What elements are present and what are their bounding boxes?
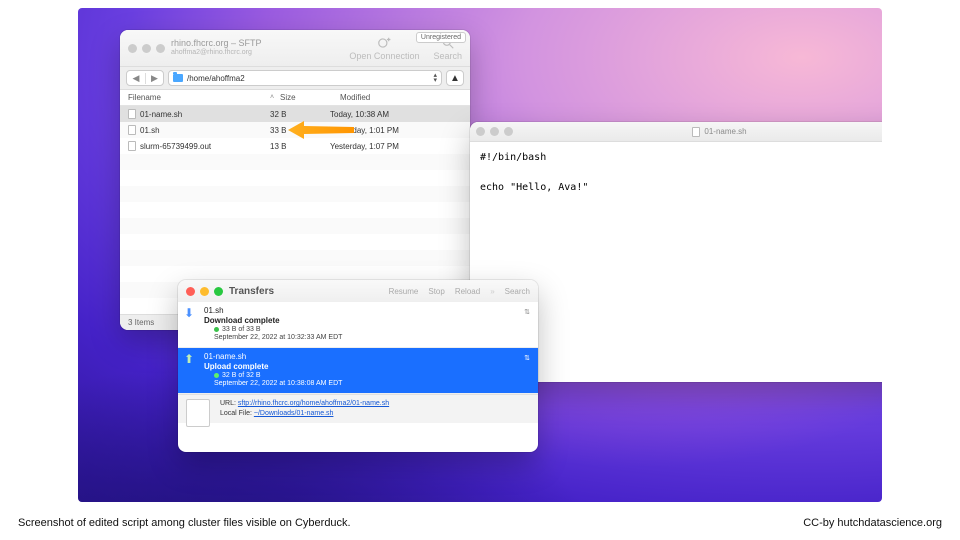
url-label: URL: <box>220 400 236 407</box>
status-dot-icon <box>214 373 219 378</box>
desktop-wallpaper: rhino.fhcrc.org – SFTP ahoffma2@rhino.fh… <box>78 8 882 502</box>
window-traffic-lights[interactable] <box>186 287 223 296</box>
figure-caption: Screenshot of edited script among cluste… <box>0 510 960 540</box>
url-link[interactable]: sftp://rhino.fhcrc.org/home/ahoffma2/01-… <box>238 400 389 407</box>
chevron-updown-icon: ▴▾ <box>433 73 437 83</box>
zoom-icon[interactable] <box>504 127 513 136</box>
window-title: rhino.fhcrc.org – SFTP ahoffma2@rhino.fh… <box>165 39 349 57</box>
col-header-size[interactable]: Size <box>280 93 340 102</box>
transfer-name: 01.sh <box>204 306 530 315</box>
minimize-icon[interactable] <box>142 44 151 53</box>
stop-button[interactable]: Stop <box>428 287 444 296</box>
close-icon[interactable] <box>476 127 485 136</box>
close-icon[interactable] <box>186 287 195 296</box>
open-connection-button[interactable]: Open Connection <box>349 36 419 61</box>
file-list-header[interactable]: Filename ˄ Size Modified <box>120 90 470 106</box>
empty-row <box>120 202 470 218</box>
path-dropdown[interactable]: /home/ahoffma2 ▴▾ <box>168 70 442 86</box>
window-traffic-lights[interactable] <box>476 127 513 136</box>
file-preview-icon <box>186 399 210 427</box>
resume-button[interactable]: Resume <box>389 287 419 296</box>
cyberduck-titlebar[interactable]: rhino.fhcrc.org – SFTP ahoffma2@rhino.fh… <box>120 30 470 66</box>
document-icon <box>692 127 700 137</box>
editor-titlebar[interactable]: 01-name.sh <box>470 122 882 142</box>
empty-row <box>120 234 470 250</box>
transfer-bytes: 32 B of 32 B <box>222 372 261 379</box>
document-icon <box>128 109 136 119</box>
file-modified: Yesterday, 1:07 PM <box>330 142 470 151</box>
transfer-time: September 22, 2022 at 10:38:08 AM EDT <box>204 380 530 387</box>
local-file-label: Local File: <box>220 410 252 417</box>
file-row[interactable]: 01-name.sh 32 B Today, 10:38 AM <box>120 106 470 122</box>
status-dot-icon <box>214 327 219 332</box>
local-file-link[interactable]: ~/Downloads/01-name.sh <box>254 410 334 417</box>
folder-icon <box>173 74 183 82</box>
nav-forward-icon[interactable]: ▶ <box>145 73 163 84</box>
empty-row <box>120 218 470 234</box>
zoom-icon[interactable] <box>214 287 223 296</box>
search-label: Search <box>433 51 462 61</box>
minimize-icon[interactable] <box>490 127 499 136</box>
transfer-status: Download complete <box>204 316 530 325</box>
file-name: 01-name.sh <box>140 110 182 119</box>
upload-button[interactable]: ▲ <box>446 70 464 86</box>
title-text: rhino.fhcrc.org – SFTP <box>171 38 262 48</box>
download-arrow-icon: ⬇ <box>184 306 194 320</box>
file-modified: Yesterday, 1:01 PM <box>330 126 470 135</box>
upload-arrow-icon: ⬆ <box>184 352 194 366</box>
chevron-updown-icon[interactable]: ⇅ <box>524 354 530 362</box>
transfer-details: URL: sftp://rhino.fhcrc.org/home/ahoffma… <box>178 394 538 423</box>
transfer-status: Upload complete <box>204 362 530 371</box>
open-connection-label: Open Connection <box>349 51 419 61</box>
item-count: 3 Items <box>128 318 154 327</box>
editor-title: 01-name.sh <box>704 127 746 136</box>
transfers-titlebar[interactable]: Transfers Resume Stop Reload » Search <box>178 280 538 302</box>
chevron-updown-icon[interactable]: ⇅ <box>524 308 530 316</box>
file-size: 32 B <box>270 110 330 119</box>
file-row[interactable]: 01.sh 33 B Yesterday, 1:01 PM <box>120 122 470 138</box>
empty-row <box>120 170 470 186</box>
document-icon <box>128 141 136 151</box>
nav-back-icon[interactable]: ◀ <box>127 73 145 84</box>
reload-button[interactable]: Reload <box>455 287 480 296</box>
col-header-filename[interactable]: Filename <box>120 93 270 102</box>
window-traffic-lights[interactable] <box>128 44 165 53</box>
sort-indicator-icon: ˄ <box>270 94 280 101</box>
unregistered-badge: Unregistered <box>416 32 466 43</box>
path-toolbar: ◀ ▶ /home/ahoffma2 ▴▾ ▲ <box>120 66 470 90</box>
transfers-window[interactable]: Transfers Resume Stop Reload » Search ⬇ … <box>178 280 538 452</box>
transfer-item[interactable]: ⬇ 01.sh Download complete 33 B of 33 B S… <box>178 302 538 348</box>
file-row[interactable]: slurm-65739499.out 13 B Yesterday, 1:07 … <box>120 138 470 154</box>
file-name: 01.sh <box>140 126 160 135</box>
empty-row <box>120 250 470 266</box>
path-text: /home/ahoffma2 <box>187 74 245 83</box>
editor-content[interactable]: #!/bin/bash echo "Hello, Ava!" <box>470 142 882 203</box>
caption-right: CC-by hutchdatascience.org <box>803 517 942 529</box>
globe-plus-icon <box>377 36 391 50</box>
empty-row <box>120 154 470 170</box>
minimize-icon[interactable] <box>200 287 209 296</box>
empty-row <box>120 186 470 202</box>
transfer-bytes: 33 B of 33 B <box>222 326 261 333</box>
transfer-item[interactable]: ⬆ 01-name.sh Upload complete 32 B of 32 … <box>178 348 538 394</box>
transfer-time: September 22, 2022 at 10:32:33 AM EDT <box>204 334 530 341</box>
file-modified: Today, 10:38 AM <box>330 110 470 119</box>
caption-left: Screenshot of edited script among cluste… <box>18 517 351 529</box>
document-icon <box>128 125 136 135</box>
col-header-modified[interactable]: Modified <box>340 93 470 102</box>
nav-back-forward[interactable]: ◀ ▶ <box>126 70 164 86</box>
transfers-title: Transfers <box>229 286 274 297</box>
transfer-name: 01-name.sh <box>204 352 530 361</box>
file-size: 13 B <box>270 142 330 151</box>
close-icon[interactable] <box>128 44 137 53</box>
zoom-icon[interactable] <box>156 44 165 53</box>
search-button[interactable]: Search <box>505 287 530 296</box>
file-size: 33 B <box>270 126 330 135</box>
file-name: slurm-65739499.out <box>140 142 211 151</box>
title-subtext: ahoffma2@rhino.fhcrc.org <box>171 49 349 57</box>
toolbar-divider: » <box>490 287 494 296</box>
